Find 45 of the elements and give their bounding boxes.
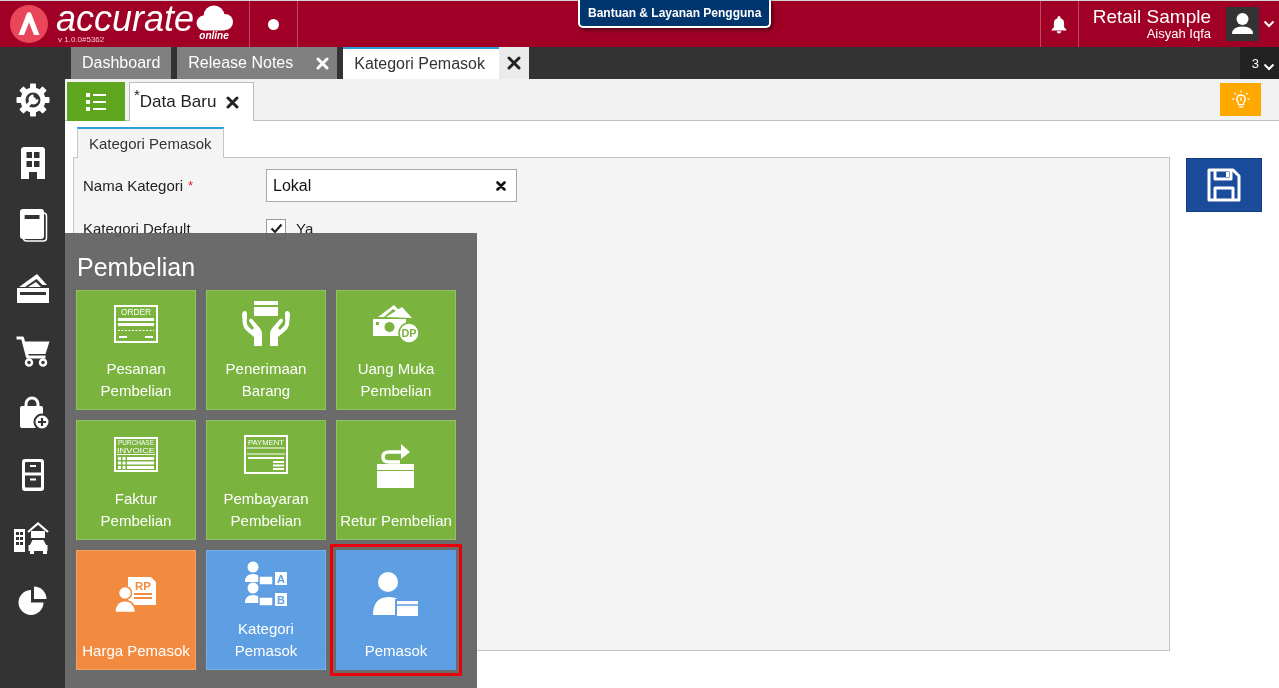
save-icon [1207, 168, 1241, 202]
menu-title: Pembelian [77, 252, 196, 282]
check-icon [269, 223, 283, 234]
status-dot-icon [268, 18, 279, 30]
menu-tile[interactable]: ORDER Pesanan Pembelian [76, 290, 196, 410]
lightbulb-icon [1231, 89, 1250, 110]
field-label: Kategori Default [83, 220, 191, 237]
save-button[interactable] [1186, 158, 1262, 212]
close-icon[interactable] [226, 95, 240, 109]
logo-suffix: online [199, 29, 229, 41]
menu-tile[interactable]: A B Kategori Pemasok [206, 550, 326, 670]
help-button[interactable]: Bantuan & Layanan Pengguna [578, 0, 772, 28]
logo-icon [10, 5, 48, 43]
required-mark: * [188, 178, 194, 193]
bell-icon[interactable] [1050, 14, 1069, 34]
form-tab[interactable]: Kategori Pemasok [77, 127, 224, 158]
menu-tile[interactable]: RP Harga Pemasok [76, 550, 196, 670]
settings-icon[interactable] [14, 82, 51, 118]
tab-count-button[interactable]: 3 [1239, 47, 1279, 79]
caret-icon[interactable] [1263, 63, 1275, 71]
company-name: Retail Sample [1092, 7, 1211, 27]
menu-tile[interactable]: Penerimaan Barang [206, 290, 326, 410]
menu-tile[interactable]: Retur Pembelian [336, 420, 456, 540]
menu-tile[interactable]: Pemasok [330, 544, 462, 676]
option-label: Ya [296, 220, 314, 237]
caret-icon[interactable] [1263, 20, 1275, 28]
order-form-icon: ORDER [114, 305, 158, 343]
logo-wordmark: accurate [56, 2, 195, 35]
list-button[interactable] [67, 82, 125, 121]
hands-box-icon [242, 301, 290, 347]
return-box-icon [376, 442, 416, 488]
close-icon[interactable] [498, 47, 529, 79]
document-tab[interactable]: *Data Baru [129, 82, 255, 121]
version-label: v 1.0.0#5362 [57, 34, 106, 44]
menu-tile[interactable]: DP Uang Muka Pembelian [336, 290, 456, 410]
page-tab[interactable]: Release Notes [177, 47, 338, 79]
text-field[interactable]: Lokal [266, 169, 517, 202]
list-icon [86, 92, 106, 111]
user-name: Aisyah Iqfa [1146, 27, 1211, 41]
page-tab[interactable]: Dashboard [71, 47, 172, 79]
avatar-icon[interactable] [1226, 7, 1259, 41]
field-label: Nama Kategori [83, 177, 184, 194]
cloud-icon [195, 4, 234, 31]
person-card-icon [372, 572, 420, 618]
page-tab[interactable]: Kategori Pemasok [343, 47, 529, 79]
